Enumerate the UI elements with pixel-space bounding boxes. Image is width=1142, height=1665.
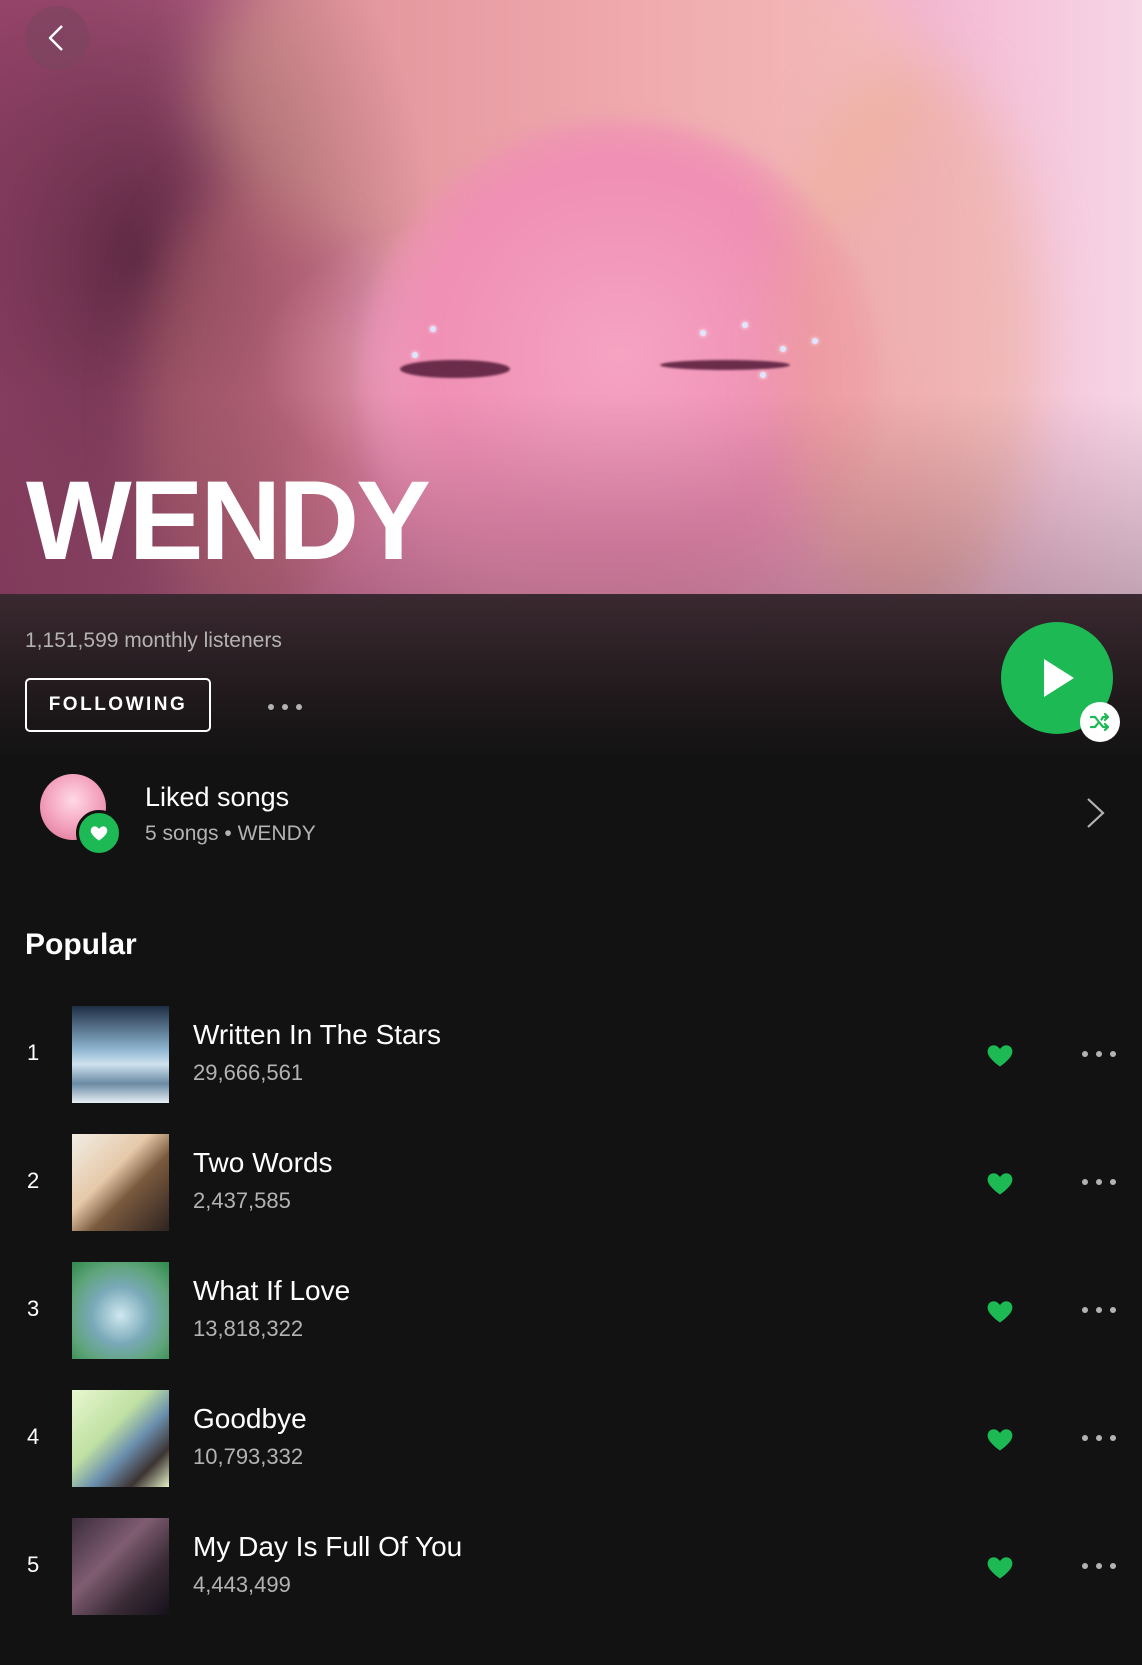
track-more-button[interactable] [1082,1051,1116,1057]
liked-badge [76,810,122,856]
more-icon [1082,1435,1088,1441]
track-title: Goodbye [193,1403,307,1434]
chevron-right-icon [1087,798,1105,828]
track-more-button[interactable] [1082,1179,1116,1185]
track-number: 1 [27,1040,40,1065]
track-cover [72,1262,169,1359]
liked-songs-subtitle: 5 songs • WENDY [145,822,316,845]
heart-icon[interactable] [985,1424,1015,1452]
more-icon [1082,1307,1088,1313]
track-title: What If Love [193,1275,351,1306]
track-number: 2 [27,1168,40,1193]
artist-more-button[interactable] [268,704,302,710]
liked-songs-title: Liked songs [145,782,290,812]
track-more-button[interactable] [1082,1307,1116,1313]
track-row[interactable]: 5 My Day Is Full Of You 4,443,499 [0,1518,1142,1618]
more-icon [1082,1563,1088,1569]
track-number: 5 [27,1552,40,1577]
track-title: Written In The Stars [193,1019,441,1050]
track-row[interactable]: 2 Two Words 2,437,585 [0,1134,1142,1234]
heart-icon[interactable] [985,1296,1015,1324]
shuffle-button[interactable] [1080,702,1120,742]
track-number: 3 [27,1296,40,1321]
monthly-listeners: 1,151,599 monthly listeners [25,629,282,652]
more-icon [1082,1051,1088,1057]
track-row[interactable]: 1 Written In The Stars 29,666,561 [0,1006,1142,1106]
shuffle-icon [1089,712,1110,732]
more-icon [1082,1179,1088,1185]
track-play-count: 13,818,322 [193,1316,304,1341]
track-cover [72,1134,169,1231]
heart-icon [90,826,108,841]
back-icon [48,25,63,51]
track-play-count: 10,793,332 [193,1444,304,1469]
liked-songs-row[interactable]: Liked songs 5 songs • WENDY [0,770,1142,860]
track-play-count: 2,437,585 [193,1188,291,1213]
popular-section-title: Popular [25,928,137,961]
track-cover [72,1006,169,1103]
track-title: Two Words [193,1147,333,1178]
heart-icon[interactable] [985,1552,1015,1580]
track-cover [72,1390,169,1487]
track-title: My Day Is Full Of You [193,1531,463,1562]
heart-icon[interactable] [985,1040,1015,1068]
artist-name: WENDY [26,458,431,583]
track-more-button[interactable] [1082,1563,1116,1569]
follow-button[interactable]: FOLLOWING [25,678,211,732]
back-button[interactable] [25,6,89,70]
track-number: 4 [27,1424,40,1449]
track-cover [72,1518,169,1615]
track-play-count: 29,666,561 [193,1060,304,1085]
track-more-button[interactable] [1082,1435,1116,1441]
more-icon [268,704,274,710]
track-play-count: 4,443,499 [193,1572,291,1597]
play-icon [1044,659,1074,697]
track-row[interactable]: 4 Goodbye 10,793,332 [0,1390,1142,1490]
heart-icon[interactable] [985,1168,1015,1196]
track-row[interactable]: 3 What If Love 13,818,322 [0,1262,1142,1362]
